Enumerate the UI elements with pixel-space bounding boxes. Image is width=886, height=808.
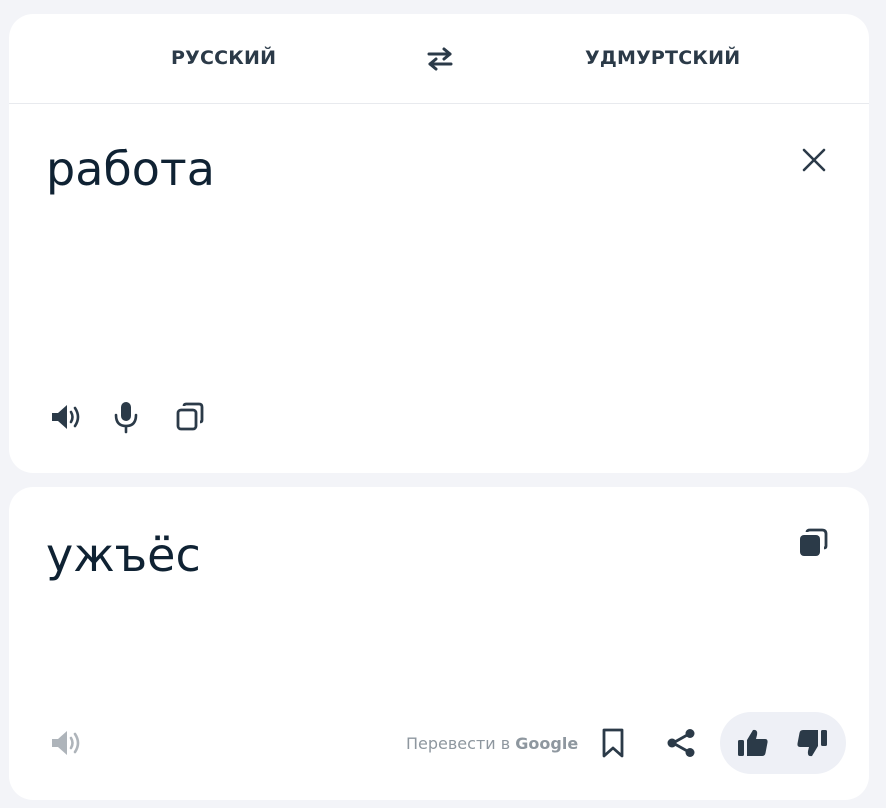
source-card: РУССКИЙ УДМУРТСКИЙ работа — [9, 14, 869, 473]
speak-source-button[interactable] — [44, 395, 88, 439]
translation-card: ужъёс Перевести в Google — [9, 487, 869, 800]
google-link-brand: Google — [515, 734, 579, 753]
clear-button[interactable] — [792, 138, 836, 182]
language-bar: РУССКИЙ УДМУРТСКИЙ — [9, 14, 869, 104]
feedback-group — [720, 712, 846, 774]
share-button[interactable] — [659, 721, 703, 765]
dislike-button[interactable] — [790, 721, 834, 765]
speaker-icon — [52, 405, 80, 429]
share-icon — [667, 729, 695, 757]
bookmark-button[interactable] — [591, 721, 635, 765]
source-language-button[interactable]: РУССКИЙ — [171, 47, 276, 69]
swap-arrows-icon — [427, 47, 453, 71]
source-text-input[interactable]: работа — [46, 142, 215, 196]
like-button[interactable] — [731, 721, 775, 765]
swap-languages-button[interactable] — [423, 42, 457, 76]
google-link-prefix: Перевести в — [406, 734, 511, 753]
bookmark-icon — [602, 728, 624, 758]
microphone-icon — [114, 402, 138, 434]
copy-source-button[interactable] — [168, 395, 212, 439]
copy-filled-icon — [800, 528, 828, 556]
microphone-button[interactable] — [104, 395, 148, 439]
translation-text: ужъёс — [46, 528, 201, 582]
speaker-icon — [52, 731, 80, 755]
translate-in-google-link[interactable]: Перевести в Google — [406, 734, 578, 753]
target-language-button[interactable]: УДМУРТСКИЙ — [585, 47, 740, 69]
thumbs-up-icon — [738, 729, 768, 756]
thumbs-down-icon — [797, 730, 827, 757]
speak-translation-button[interactable] — [44, 721, 88, 765]
close-icon — [802, 148, 826, 172]
copy-icon — [176, 402, 204, 431]
copy-translation-button[interactable] — [791, 521, 835, 565]
